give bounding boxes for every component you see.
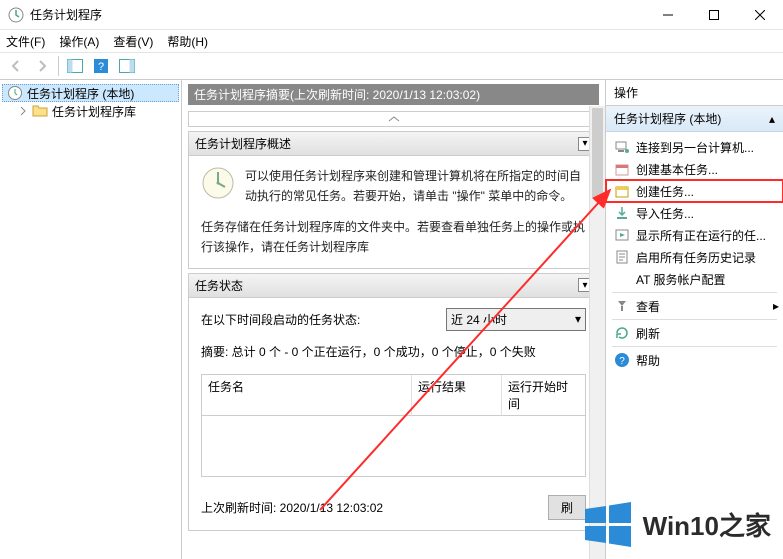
action-label: 创建任务... bbox=[636, 183, 694, 200]
app-icon bbox=[8, 7, 24, 23]
menu-help[interactable]: 帮助(H) bbox=[167, 33, 208, 50]
running-icon bbox=[614, 227, 630, 243]
col-name[interactable]: 任务名 bbox=[202, 375, 412, 416]
at-icon bbox=[614, 271, 630, 287]
menu-bar: 文件(F) 操作(A) 查看(V) 帮助(H) bbox=[0, 30, 783, 52]
action-create[interactable]: 创建任务... bbox=[606, 180, 783, 202]
action-label: 启用所有任务历史记录 bbox=[636, 249, 756, 266]
chevron-right-icon: ▸ bbox=[773, 299, 779, 313]
center-panel: 任务计划程序摘要(上次刷新时间: 2020/1/13 12:03:02) 任务计… bbox=[182, 80, 605, 559]
col-start[interactable]: 运行开始时间 bbox=[502, 375, 585, 416]
action-separator bbox=[612, 292, 777, 293]
action-view[interactable]: 查看 ▸ bbox=[606, 295, 783, 317]
table-body bbox=[202, 416, 585, 476]
scrollbar[interactable] bbox=[589, 106, 605, 559]
state-select[interactable]: 近 24 小时 ▾ bbox=[446, 308, 586, 331]
overview-title: 任务计划程序概述 bbox=[195, 135, 291, 152]
action-separator bbox=[612, 346, 777, 347]
close-button[interactable] bbox=[737, 0, 783, 30]
action-label: AT 服务帐户配置 bbox=[636, 271, 726, 288]
state-group: 任务状态 ▾ 在以下时间段启动的任务状态: 近 24 小时 ▾ 摘要: 总计 0… bbox=[188, 273, 599, 531]
task-table: 任务名 运行结果 运行开始时间 bbox=[201, 374, 586, 477]
layout-button[interactable] bbox=[115, 55, 139, 77]
action-import[interactable]: 导入任务... bbox=[606, 202, 783, 224]
menu-file[interactable]: 文件(F) bbox=[6, 33, 45, 50]
forward-button[interactable] bbox=[30, 55, 54, 77]
refresh-button[interactable]: 刷 bbox=[548, 495, 586, 520]
import-icon bbox=[614, 205, 630, 221]
toolbar-separator bbox=[58, 56, 59, 76]
overview-text-1: 可以使用任务计划程序来创建和管理计算机将在所指定的时间自动执行的常见任务。若要开… bbox=[201, 166, 586, 207]
state-title: 任务状态 bbox=[195, 277, 243, 294]
state-label: 在以下时间段启动的任务状态: bbox=[201, 311, 360, 328]
large-clock-icon bbox=[201, 166, 235, 200]
actions-panel: 操作 任务计划程序 (本地) ▴ 连接到另一台计算机... 创建基本任务... 创建… bbox=[605, 80, 783, 559]
col-result[interactable]: 运行结果 bbox=[412, 375, 502, 416]
action-history[interactable]: 启用所有任务历史记录 bbox=[606, 246, 783, 268]
back-button[interactable] bbox=[4, 55, 28, 77]
basic-icon bbox=[614, 161, 630, 177]
folder-icon bbox=[32, 103, 48, 119]
overview-header: 任务计划程序概述 ▾ bbox=[189, 132, 598, 156]
svg-text:?: ? bbox=[98, 61, 104, 73]
actions-header: 操作 bbox=[606, 80, 783, 106]
clock-icon bbox=[7, 85, 23, 101]
maximize-button[interactable] bbox=[691, 0, 737, 30]
action-basic[interactable]: 创建基本任务... bbox=[606, 158, 783, 180]
help-icon: ? bbox=[614, 352, 630, 368]
actions-subheader: 任务计划程序 (本地) ▴ bbox=[606, 106, 783, 132]
action-refresh[interactable]: 刷新 bbox=[606, 322, 783, 344]
action-label: 查看 bbox=[636, 298, 660, 315]
title-bar: 任务计划程序 bbox=[0, 0, 783, 30]
action-at[interactable]: AT 服务帐户配置 bbox=[606, 268, 783, 290]
menu-action[interactable]: 操作(A) bbox=[59, 33, 99, 50]
refresh-icon bbox=[614, 325, 630, 341]
history-icon bbox=[614, 249, 630, 265]
chevron-up-icon[interactable]: ▴ bbox=[769, 112, 775, 126]
minimize-button[interactable] bbox=[645, 0, 691, 30]
overview-group: 任务计划程序概述 ▾ 可以使用任务计划程序来创建和管理计算机将在所指定的时间自动… bbox=[188, 131, 599, 269]
center-header: 任务计划程序摘要(上次刷新时间: 2020/1/13 12:03:02) bbox=[188, 84, 599, 105]
action-label: 导入任务... bbox=[636, 205, 694, 222]
action-label: 刷新 bbox=[636, 325, 660, 342]
connect-icon bbox=[614, 139, 630, 155]
windows-logo-icon bbox=[583, 499, 633, 549]
watermark: Win10之家 bbox=[583, 499, 771, 549]
state-header: 任务状态 ▾ bbox=[189, 274, 598, 298]
help-button[interactable]: ? bbox=[89, 55, 113, 77]
tree-child-label: 任务计划程序库 bbox=[52, 103, 136, 120]
watermark-text: Win10之家 bbox=[643, 506, 771, 543]
actions-list: 连接到另一台计算机... 创建基本任务... 创建任务... 导入任务... 显示所有正… bbox=[606, 132, 783, 375]
navigation-tree: 任务计划程序 (本地) 任务计划程序库 bbox=[0, 80, 182, 559]
overview-text-2: 任务存储在任务计划程序库的文件夹中。若要查看单独任务上的操作或执行该操作，请在任… bbox=[201, 217, 586, 258]
action-label: 连接到另一台计算机... bbox=[636, 139, 754, 156]
action-label: 帮助 bbox=[636, 352, 660, 369]
expand-icon[interactable] bbox=[18, 106, 28, 116]
chevron-down-icon: ▾ bbox=[575, 312, 581, 326]
tree-root-label: 任务计划程序 (本地) bbox=[27, 85, 134, 102]
action-connect[interactable]: 连接到另一台计算机... bbox=[606, 136, 783, 158]
toolbar: ? bbox=[0, 52, 783, 80]
svg-text:?: ? bbox=[619, 356, 625, 367]
action-label: 创建基本任务... bbox=[636, 161, 718, 178]
panel-button[interactable] bbox=[63, 55, 87, 77]
action-help[interactable]: ? 帮助 bbox=[606, 349, 783, 371]
action-running[interactable]: 显示所有正在运行的任... bbox=[606, 224, 783, 246]
tree-root[interactable]: 任务计划程序 (本地) bbox=[2, 84, 179, 102]
menu-view[interactable]: 查看(V) bbox=[113, 33, 153, 50]
tree-child[interactable]: 任务计划程序库 bbox=[2, 102, 179, 120]
window-title: 任务计划程序 bbox=[30, 6, 645, 23]
last-refresh: 上次刷新时间: 2020/1/13 12:03:02 bbox=[201, 499, 383, 516]
create-icon bbox=[614, 183, 630, 199]
action-label: 显示所有正在运行的任... bbox=[636, 227, 766, 244]
up-collapse-bar[interactable] bbox=[188, 111, 599, 127]
state-summary: 摘要: 总计 0 个 - 0 个正在运行，0 个成功，0 个停止，0 个失败 bbox=[201, 343, 586, 360]
view-icon bbox=[614, 298, 630, 314]
action-separator bbox=[612, 319, 777, 320]
